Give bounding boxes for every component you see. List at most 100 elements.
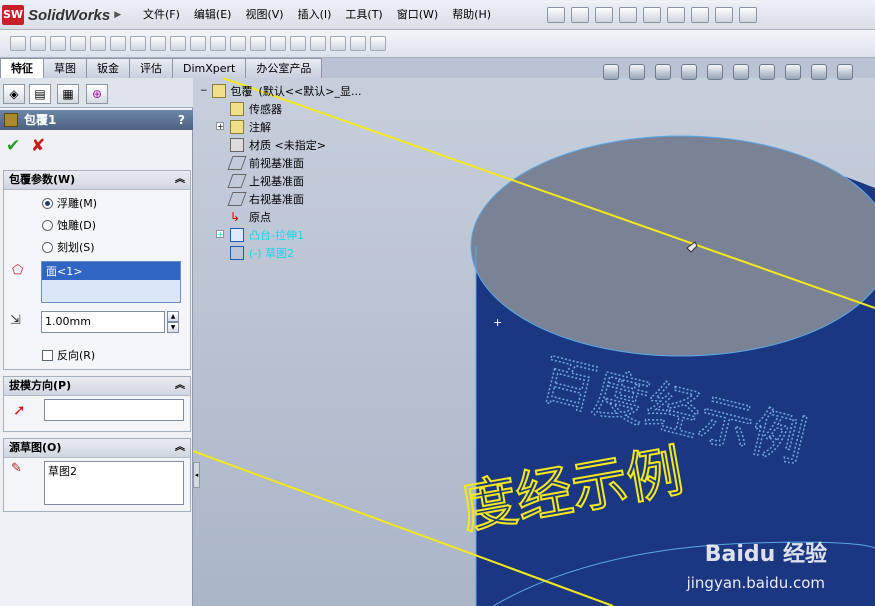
- new-file-icon[interactable]: [571, 7, 589, 23]
- revolve-icon[interactable]: [30, 36, 46, 51]
- tree-item-right-plane[interactable]: 右视基准面: [227, 190, 304, 207]
- open-file-icon[interactable]: [595, 7, 613, 23]
- panel-splitter[interactable]: ◂: [193, 462, 200, 488]
- watermark-brand: Baidu 经验: [704, 542, 827, 567]
- tab-dimxpert[interactable]: DimXpert: [172, 58, 247, 78]
- collapse-icon[interactable]: ︽: [175, 171, 185, 189]
- tab-office-products[interactable]: 办公室产品: [245, 58, 323, 78]
- sweep-icon[interactable]: [50, 36, 66, 51]
- undo-icon[interactable]: [667, 7, 685, 23]
- expand-icon[interactable]: +: [216, 230, 224, 239]
- options-icon[interactable]: [739, 7, 757, 23]
- tree-item-sketch2[interactable]: (-) 草图2: [230, 244, 294, 261]
- tab-features[interactable]: 特征: [0, 58, 44, 79]
- wrap-parameters-section: 包覆参数(W) ︽ 浮雕(M) 蚀雕(D) 刻划(S) ⬠ 面<1> ⇲ 1.0…: [3, 170, 191, 370]
- save-icon[interactable]: [619, 7, 637, 23]
- source-sketch-header[interactable]: 源草图(O) ︽: [4, 439, 190, 458]
- menu-file[interactable]: 文件(F): [136, 3, 187, 27]
- source-sketch-list[interactable]: 草图2: [44, 461, 184, 505]
- previous-view-icon[interactable]: [655, 64, 671, 80]
- tree-item-origin[interactable]: ↳ 原点: [230, 208, 271, 225]
- realview-icon[interactable]: [837, 64, 853, 80]
- curves-icon[interactable]: [350, 36, 366, 51]
- tab-sheet-metal[interactable]: 钣金: [86, 58, 130, 78]
- radio-scribe[interactable]: 刻划(S): [42, 239, 95, 255]
- tree-item-top-plane[interactable]: 上视基准面: [227, 172, 304, 189]
- loft-icon[interactable]: [70, 36, 86, 51]
- dimxpert-manager-icon[interactable]: ⊕: [86, 84, 108, 104]
- reference-geometry-icon[interactable]: [330, 36, 346, 51]
- dome-icon[interactable]: [270, 36, 286, 51]
- reverse-checkbox[interactable]: 反向(R): [42, 347, 95, 363]
- collapse-icon[interactable]: ︽: [175, 377, 185, 395]
- watermark-url: jingyan.baidu.com: [686, 574, 825, 592]
- display-style-icon[interactable]: [733, 64, 749, 80]
- wrap-icon[interactable]: [290, 36, 306, 51]
- cancel-button[interactable]: ✘: [31, 136, 45, 156]
- app-logo[interactable]: SW SolidWorks ▶: [2, 3, 121, 27]
- scene-icon[interactable]: [811, 64, 827, 80]
- hide-show-icon[interactable]: [759, 64, 775, 80]
- hole-icon[interactable]: [210, 36, 226, 51]
- title-bar: SW SolidWorks ▶ 文件(F) 编辑(E) 视图(V) 插入(I) …: [0, 0, 875, 30]
- fillet-icon[interactable]: [110, 36, 126, 51]
- source-sketch-section: 源草图(O) ︽ ✎ 草图2: [3, 438, 191, 512]
- ok-button[interactable]: ✔: [6, 136, 20, 156]
- menu-edit[interactable]: 编辑(E): [187, 3, 239, 27]
- chamfer-icon[interactable]: [130, 36, 146, 51]
- menu-insert[interactable]: 插入(I): [291, 3, 339, 27]
- property-manager-icon[interactable]: ▤: [29, 84, 51, 104]
- collapse-icon[interactable]: ︽: [175, 439, 185, 457]
- draft-icon[interactable]: [190, 36, 206, 51]
- feature-manager-icon[interactable]: ◈: [3, 84, 25, 104]
- radio-deboss[interactable]: 蚀雕(D): [42, 217, 96, 233]
- part-icon: [211, 83, 226, 98]
- tree-item-material[interactable]: 材质 <未指定>: [230, 136, 326, 153]
- wrap-parameters-header[interactable]: 包覆参数(W) ︽: [4, 171, 190, 190]
- section-view-icon[interactable]: [681, 64, 697, 80]
- checkbox-icon: [42, 349, 53, 361]
- tree-item-annotations[interactable]: + 注解: [216, 118, 271, 135]
- view-orientation-icon[interactable]: [707, 64, 723, 80]
- zoom-to-fit-icon[interactable]: [603, 64, 619, 80]
- pin-icon[interactable]: [547, 7, 565, 23]
- command-manager-tabs: 特征 草图 钣金 评估 DimXpert 办公室产品: [0, 58, 368, 79]
- pull-direction-header[interactable]: 拔模方向(P) ︽: [4, 377, 190, 396]
- appearance-icon[interactable]: [785, 64, 801, 80]
- tree-item-front-plane[interactable]: 前视基准面: [227, 154, 304, 171]
- tree-item-sensors[interactable]: 传感器: [230, 100, 282, 117]
- rib-icon[interactable]: [150, 36, 166, 51]
- rebuild-icon[interactable]: [715, 7, 733, 23]
- menu-window[interactable]: 窗口(W): [390, 3, 445, 27]
- print-icon[interactable]: [643, 7, 661, 23]
- intersect-icon[interactable]: [310, 36, 326, 51]
- feature-tree: − 包覆 (默认<<默认>_显... 传感器 + 注解 材质 <未指定> 前视基准…: [200, 82, 394, 262]
- face-item[interactable]: 面<1>: [42, 262, 180, 280]
- pattern-icon[interactable]: [230, 36, 246, 51]
- extrude-boss-icon[interactable]: [10, 36, 26, 51]
- instant3d-icon[interactable]: [370, 36, 386, 51]
- mirror-icon[interactable]: [250, 36, 266, 51]
- tree-root[interactable]: − 包覆 (默认<<默认>_显...: [200, 82, 361, 99]
- expand-icon[interactable]: +: [216, 122, 224, 131]
- thickness-input[interactable]: 1.00mm: [41, 311, 165, 333]
- shell-icon[interactable]: [170, 36, 186, 51]
- radio-emboss[interactable]: 浮雕(M): [42, 195, 97, 211]
- help-icon[interactable]: ?: [178, 110, 185, 130]
- zoom-area-icon[interactable]: [629, 64, 645, 80]
- extrude-cut-icon[interactable]: [90, 36, 106, 51]
- up-icon[interactable]: ▲: [167, 311, 179, 322]
- down-icon[interactable]: ▼: [167, 322, 179, 333]
- standard-toolbar: [544, 7, 760, 23]
- select-icon[interactable]: [691, 7, 709, 23]
- configuration-manager-icon[interactable]: ▦: [57, 84, 79, 104]
- tab-sketch[interactable]: 草图: [43, 58, 87, 78]
- menu-help[interactable]: 帮助(H): [445, 3, 498, 27]
- tree-item-boss-extrude[interactable]: + 凸台-拉伸1: [216, 226, 304, 243]
- thickness-stepper[interactable]: ▲ ▼: [167, 311, 179, 333]
- pull-direction-input[interactable]: [44, 399, 184, 421]
- tab-evaluate[interactable]: 评估: [129, 58, 173, 78]
- menu-view[interactable]: 视图(V): [238, 3, 290, 27]
- menu-tools[interactable]: 工具(T): [338, 3, 389, 27]
- face-selection-list[interactable]: 面<1>: [41, 261, 181, 303]
